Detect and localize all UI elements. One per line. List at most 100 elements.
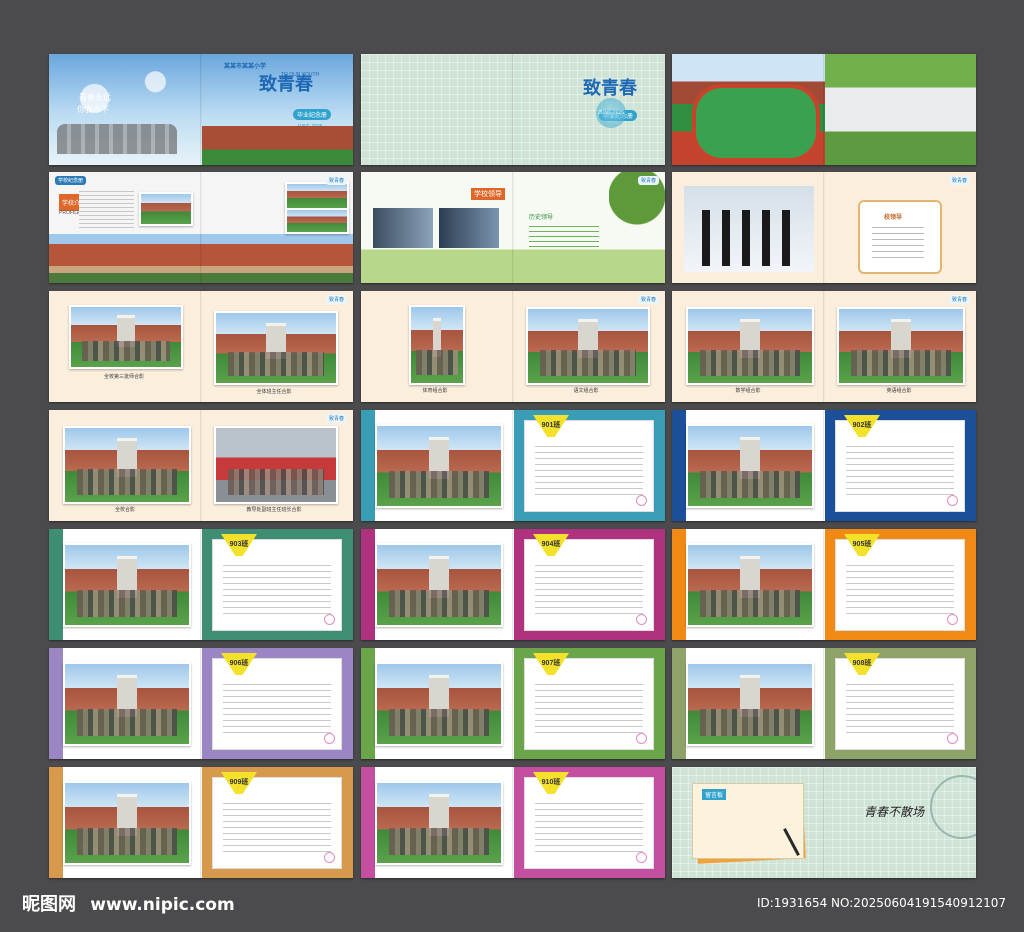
intro-photo-1 — [139, 192, 193, 226]
spread-fold — [200, 291, 202, 402]
mini-logo: 致青春 — [325, 414, 347, 423]
class-spread-902: 902班 — [672, 410, 976, 521]
cover-spread: 青春永远 你我永不 某某市某某小学 致青春 TO OUR YOUTH 毕业纪念册… — [49, 54, 353, 165]
side-bar — [361, 767, 375, 878]
class-list-card: 905班 — [835, 534, 965, 631]
name-lines — [223, 560, 331, 616]
class-tag: 902班 — [844, 415, 880, 437]
ferris-wheel — [930, 775, 976, 839]
caption: 英语组合影 — [886, 388, 912, 394]
spread-fold — [823, 767, 825, 878]
group-spread-2: 体育组合影 语文组合影 致青春 — [361, 291, 665, 402]
name-lines — [535, 441, 643, 497]
name-lines — [535, 798, 643, 854]
spread-fold — [823, 291, 825, 402]
spread-fold — [823, 529, 825, 640]
class-tag: 908班 — [844, 653, 880, 675]
class-tag: 901班 — [533, 415, 569, 437]
spread-fold — [200, 172, 202, 283]
message-spread: 留言板 青春不散场 — [672, 767, 976, 878]
intro-text — [79, 188, 134, 228]
class-photo — [686, 662, 814, 746]
name-lines — [846, 679, 954, 735]
side-bar — [361, 529, 375, 640]
mini-logo: 致青春 — [637, 295, 659, 304]
class-spread-910: 910班 — [361, 767, 665, 878]
side-bar — [49, 648, 63, 759]
class-list-card: 908班 — [835, 653, 965, 750]
spread-fold — [200, 529, 202, 640]
class-spread-908: 908班 — [672, 648, 976, 759]
class-list-card: 901班 — [524, 415, 654, 512]
intro-photo-3 — [285, 208, 349, 234]
class-tag: 904班 — [533, 534, 569, 556]
group-photo — [214, 311, 338, 385]
campus-spread — [672, 54, 976, 165]
intro-photo-2 — [285, 182, 349, 210]
flower-icon — [636, 614, 647, 625]
intro-spread: 学校纪念册 学校介绍 PROFILE 致青春 — [49, 172, 353, 283]
name-lines — [846, 560, 954, 616]
class-tag: 909班 — [221, 772, 257, 794]
class-photo — [375, 424, 503, 508]
class-list-card: 902班 — [835, 415, 965, 512]
mini-logo: 致青春 — [637, 176, 659, 185]
flower-icon — [947, 733, 958, 744]
leaders-list-title: 历史领导 — [529, 215, 554, 221]
mini-logo: 致青春 — [325, 176, 347, 185]
class-tag: 907班 — [533, 653, 569, 675]
group-photo — [526, 307, 650, 385]
spread-fold — [512, 767, 514, 878]
spread-fold — [512, 172, 514, 283]
spread-fold — [823, 54, 825, 165]
title-spread-seal: JUNE 2025 — [596, 98, 626, 128]
side-bar — [361, 410, 375, 521]
group-spread-3: 数学组合影 英语组合影 致青春 — [672, 291, 976, 402]
class-tag: 906班 — [221, 653, 257, 675]
caption: 语文组合影 — [573, 388, 599, 394]
spread-fold — [823, 172, 825, 283]
spread-fold — [512, 291, 514, 402]
principal-card-title: 校领导 — [884, 215, 903, 221]
cover-building — [202, 126, 353, 165]
cover-title: 致青春 — [259, 74, 313, 95]
class-photo — [63, 781, 191, 865]
class-tag: 903班 — [221, 534, 257, 556]
cover-slogan-2: 你我永不 — [77, 105, 109, 114]
caption: 全校合影 — [114, 507, 135, 513]
cover-slogan-1: 青春永远 — [79, 93, 111, 102]
class-photo — [63, 543, 191, 627]
side-bar — [672, 648, 686, 759]
title-spread-title: 致青春 — [583, 78, 637, 99]
spread-fold — [200, 767, 202, 878]
flower-icon — [636, 495, 647, 506]
group-photo — [214, 426, 338, 504]
class-spread-905: 905班 — [672, 529, 976, 640]
class-photo — [375, 543, 503, 627]
site-url: www.nipic.com — [90, 895, 235, 915]
name-lines — [535, 679, 643, 735]
caption: 数学组合影 — [735, 388, 761, 394]
class-spread-907: 907班 — [361, 648, 665, 759]
class-list-card: 909班 — [212, 772, 342, 869]
class-spread-903: 903班 — [49, 529, 353, 640]
students-silhouette — [57, 124, 177, 154]
class-list-card: 904班 — [524, 534, 654, 631]
class-spread-901: 901班 — [361, 410, 665, 521]
flower-icon — [636, 733, 647, 744]
leaders-heading: 学校领导 — [471, 188, 505, 200]
class-list-card: 907班 — [524, 653, 654, 750]
caption: 全校第三批师合影 — [103, 374, 144, 380]
group-spread-4: 全校合影 教导处副班主任班长合影 致青春 — [49, 410, 353, 521]
class-photo — [686, 543, 814, 627]
class-spread-904: 904班 — [361, 529, 665, 640]
cover-school-name: 某某市某某小学 — [224, 64, 267, 70]
caption: 体育组合影 — [422, 388, 448, 394]
silhouette-group — [702, 210, 802, 266]
group-photo — [409, 305, 465, 385]
class-list-card: 903班 — [212, 534, 342, 631]
name-lines — [223, 798, 331, 854]
site-name: 昵图网 — [22, 894, 76, 915]
leaders-spread: 学校领导 历史领导 致青春 — [361, 172, 665, 283]
flower-icon — [947, 495, 958, 506]
